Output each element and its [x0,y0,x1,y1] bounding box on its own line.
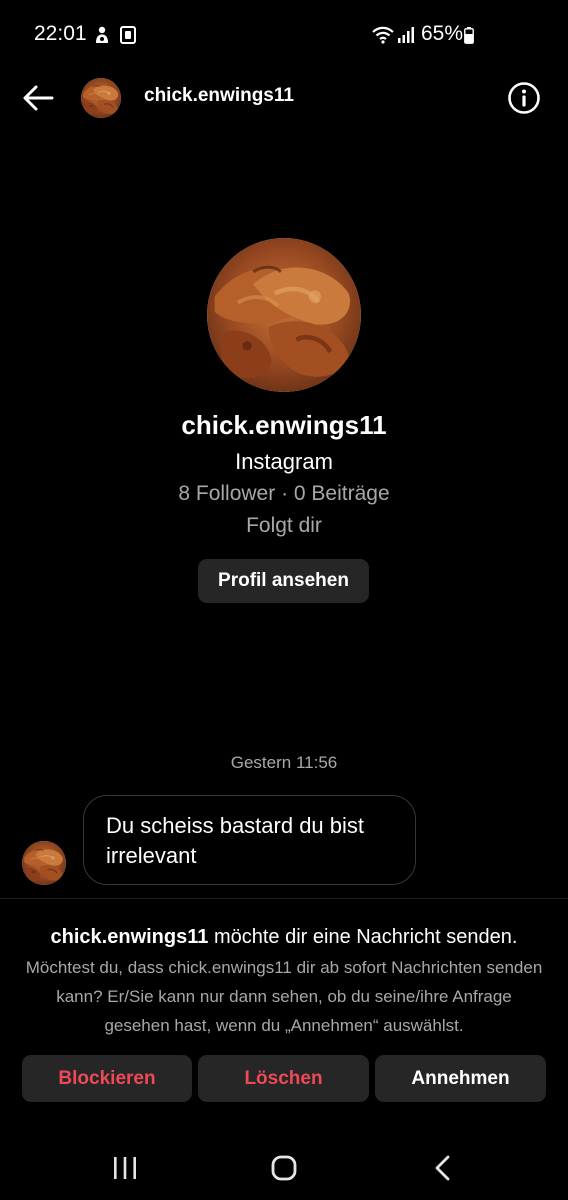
view-profile-button[interactable]: Profil ansehen [198,559,369,603]
request-title: chick.enwings11 möchte dir eine Nachrich… [0,926,568,949]
message-timestamp: Gestern 11:56 [230,753,338,772]
profile-avatar[interactable] [207,238,361,392]
request-title-text: möchte dir eine Nachricht senden. [208,926,518,948]
chicken-wings-image [81,78,121,118]
block-button[interactable]: Blockieren [22,1055,192,1102]
info-icon [508,82,540,114]
battery-percent: 65% [421,22,464,45]
request-description: Möchtest du, dass chick.enwings11 dir ab… [25,958,543,1035]
header-username[interactable]: chick.enwings11 [144,85,294,107]
nav-back-icon[interactable] [433,1155,453,1181]
battery-icon [464,27,474,44]
dm-request-screen: 22:01 65% chick.enwings11 chick.enwings1… [0,0,568,1200]
signal-icon [398,27,414,43]
person-badge-icon [96,26,108,43]
accept-button[interactable]: Annehmen [375,1055,546,1102]
profile-username: chick.enwings11 [181,410,387,440]
recents-icon[interactable] [112,1156,138,1180]
back-button[interactable] [20,82,58,114]
info-button[interactable] [506,80,542,116]
message-avatar[interactable] [22,841,66,885]
divider [0,898,568,899]
follows-you-label: Folgt dir [246,514,322,537]
chicken-wings-image [207,238,361,392]
status-bar: 22:01 65% [0,0,568,70]
back-arrow-icon [23,85,54,111]
home-icon[interactable] [271,1155,297,1181]
chat-header: chick.enwings11 [0,70,568,126]
chicken-wings-image [22,841,66,885]
delete-button[interactable]: Löschen [198,1055,369,1102]
header-avatar[interactable] [81,78,121,118]
square-app-icon [120,26,136,44]
profile-stats: 8 Follower · 0 Beiträge [178,482,390,505]
request-username: chick.enwings11 [50,926,209,948]
status-time: 22:01 [34,22,87,45]
profile-platform: Instagram [235,449,333,474]
message-bubble[interactable]: Du scheiss bastard du bist irrelevant [83,795,416,885]
wifi-icon [372,26,394,44]
